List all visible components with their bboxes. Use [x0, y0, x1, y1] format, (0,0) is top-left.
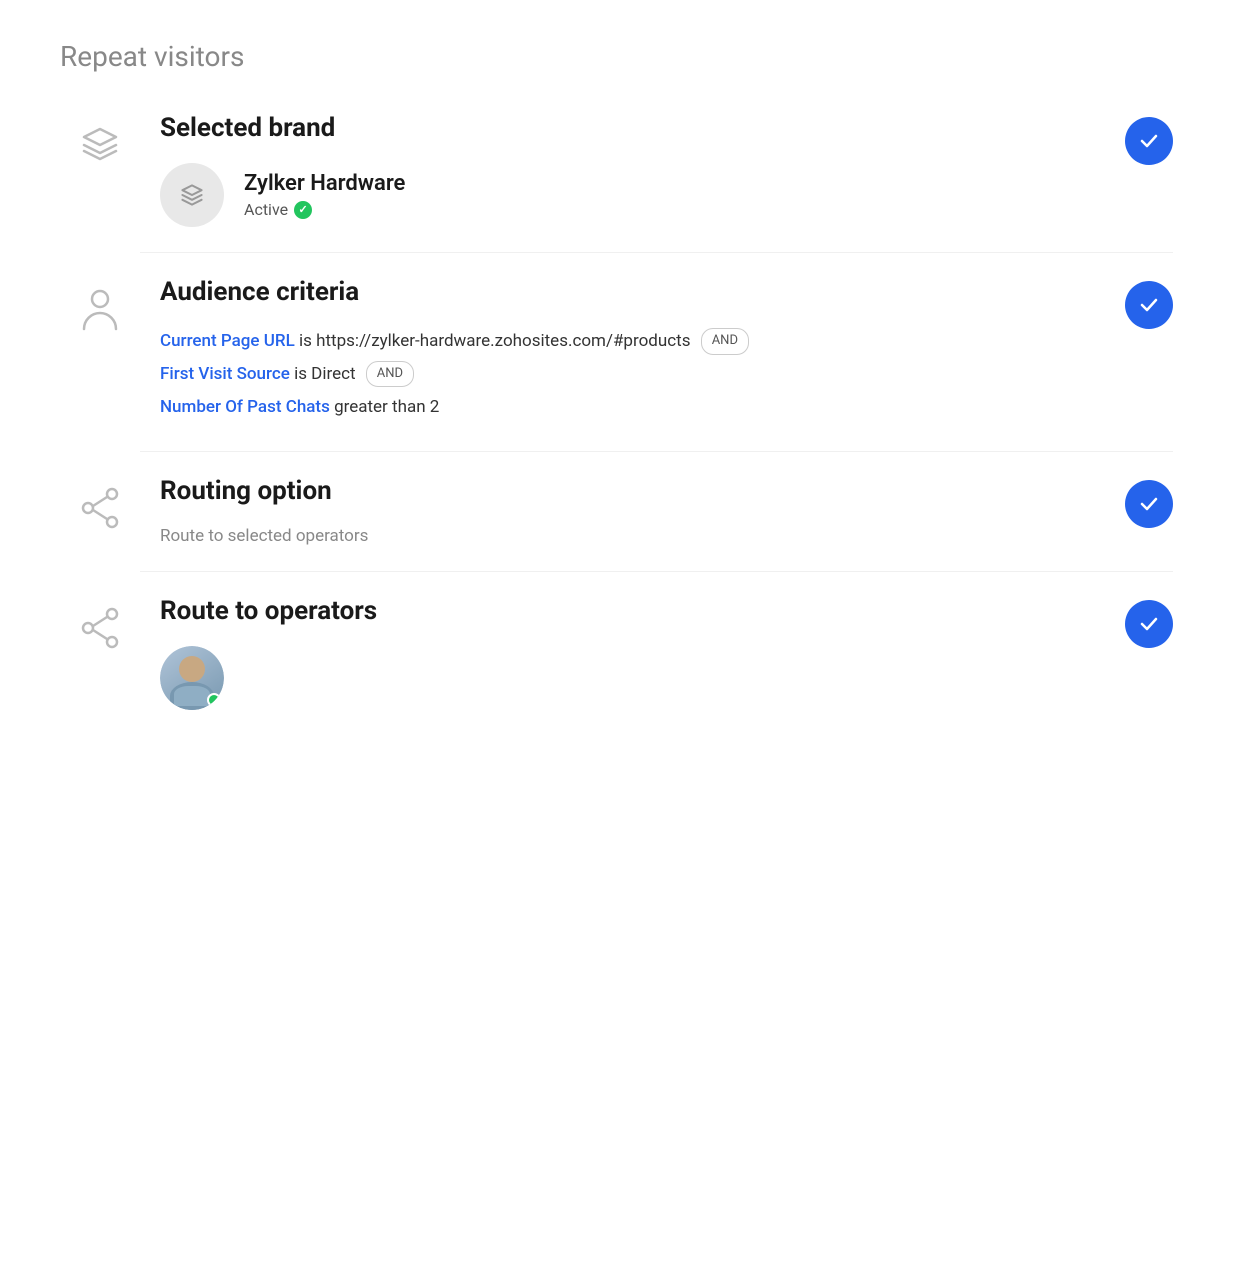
criteria-field-3[interactable]: Number Of Past Chats [160, 397, 330, 417]
routing-option-section: Routing option Route to selected operato… [60, 476, 1173, 546]
check-circle-operators[interactable] [1125, 600, 1173, 648]
audience-criteria-section: Audience criteria Current Page URL is ht… [60, 277, 1173, 426]
criteria-field-2[interactable]: First Visit Source [160, 364, 290, 384]
route-to-operators-title: Route to operators [160, 596, 1113, 626]
route-to-operators-section: Route to operators [60, 596, 1173, 710]
routing-icon [60, 486, 140, 530]
brand-status: Active [244, 200, 405, 219]
routing-option-check[interactable] [1113, 476, 1173, 528]
and-badge-2: AND [366, 361, 414, 387]
selected-brand-title: Selected brand [160, 113, 1113, 143]
criteria-line-3: Number Of Past Chats greater than 2 [160, 393, 1113, 422]
criteria-operator-2: is Direct [294, 364, 356, 384]
brand-info: Zylker Hardware Active [244, 171, 405, 219]
brand-status-text: Active [244, 200, 288, 219]
audience-criteria-title: Audience criteria [160, 277, 1113, 307]
selected-brand-check[interactable] [1113, 113, 1173, 165]
criteria-line-1: Current Page URL is https://zylker-hardw… [160, 327, 1113, 356]
active-status-icon [294, 201, 312, 219]
audience-criteria-content: Audience criteria Current Page URL is ht… [140, 277, 1113, 426]
brand-row: Zylker Hardware Active [160, 163, 1113, 227]
layers-icon [60, 123, 140, 163]
check-circle-brand[interactable] [1125, 117, 1173, 165]
brand-avatar [160, 163, 224, 227]
operator-avatar [160, 646, 224, 710]
audience-criteria-check[interactable] [1113, 277, 1173, 329]
routing-option-subtitle: Route to selected operators [160, 526, 1113, 546]
routing-operators-icon [60, 606, 140, 650]
routing-option-title: Routing option [160, 476, 1113, 506]
and-badge-1: AND [701, 328, 749, 354]
selected-brand-section: Selected brand Zylker Hardware Active [60, 113, 1173, 227]
criteria-field-1[interactable]: Current Page URL [160, 331, 295, 351]
criteria-operator-1: is https://zylker-hardware.zohosites.com… [299, 331, 690, 351]
page-title: Repeat visitors [60, 40, 1173, 73]
brand-name: Zylker Hardware [244, 171, 405, 196]
route-to-operators-check[interactable] [1113, 596, 1173, 648]
route-to-operators-content: Route to operators [140, 596, 1113, 710]
criteria-operator-3: greater than 2 [334, 397, 439, 417]
person-icon [60, 287, 140, 333]
routing-option-content: Routing option Route to selected operato… [140, 476, 1113, 546]
criteria-line-2: First Visit Source is Direct AND [160, 360, 1113, 389]
check-circle-routing[interactable] [1125, 480, 1173, 528]
check-circle-audience[interactable] [1125, 281, 1173, 329]
selected-brand-content: Selected brand Zylker Hardware Active [140, 113, 1113, 227]
